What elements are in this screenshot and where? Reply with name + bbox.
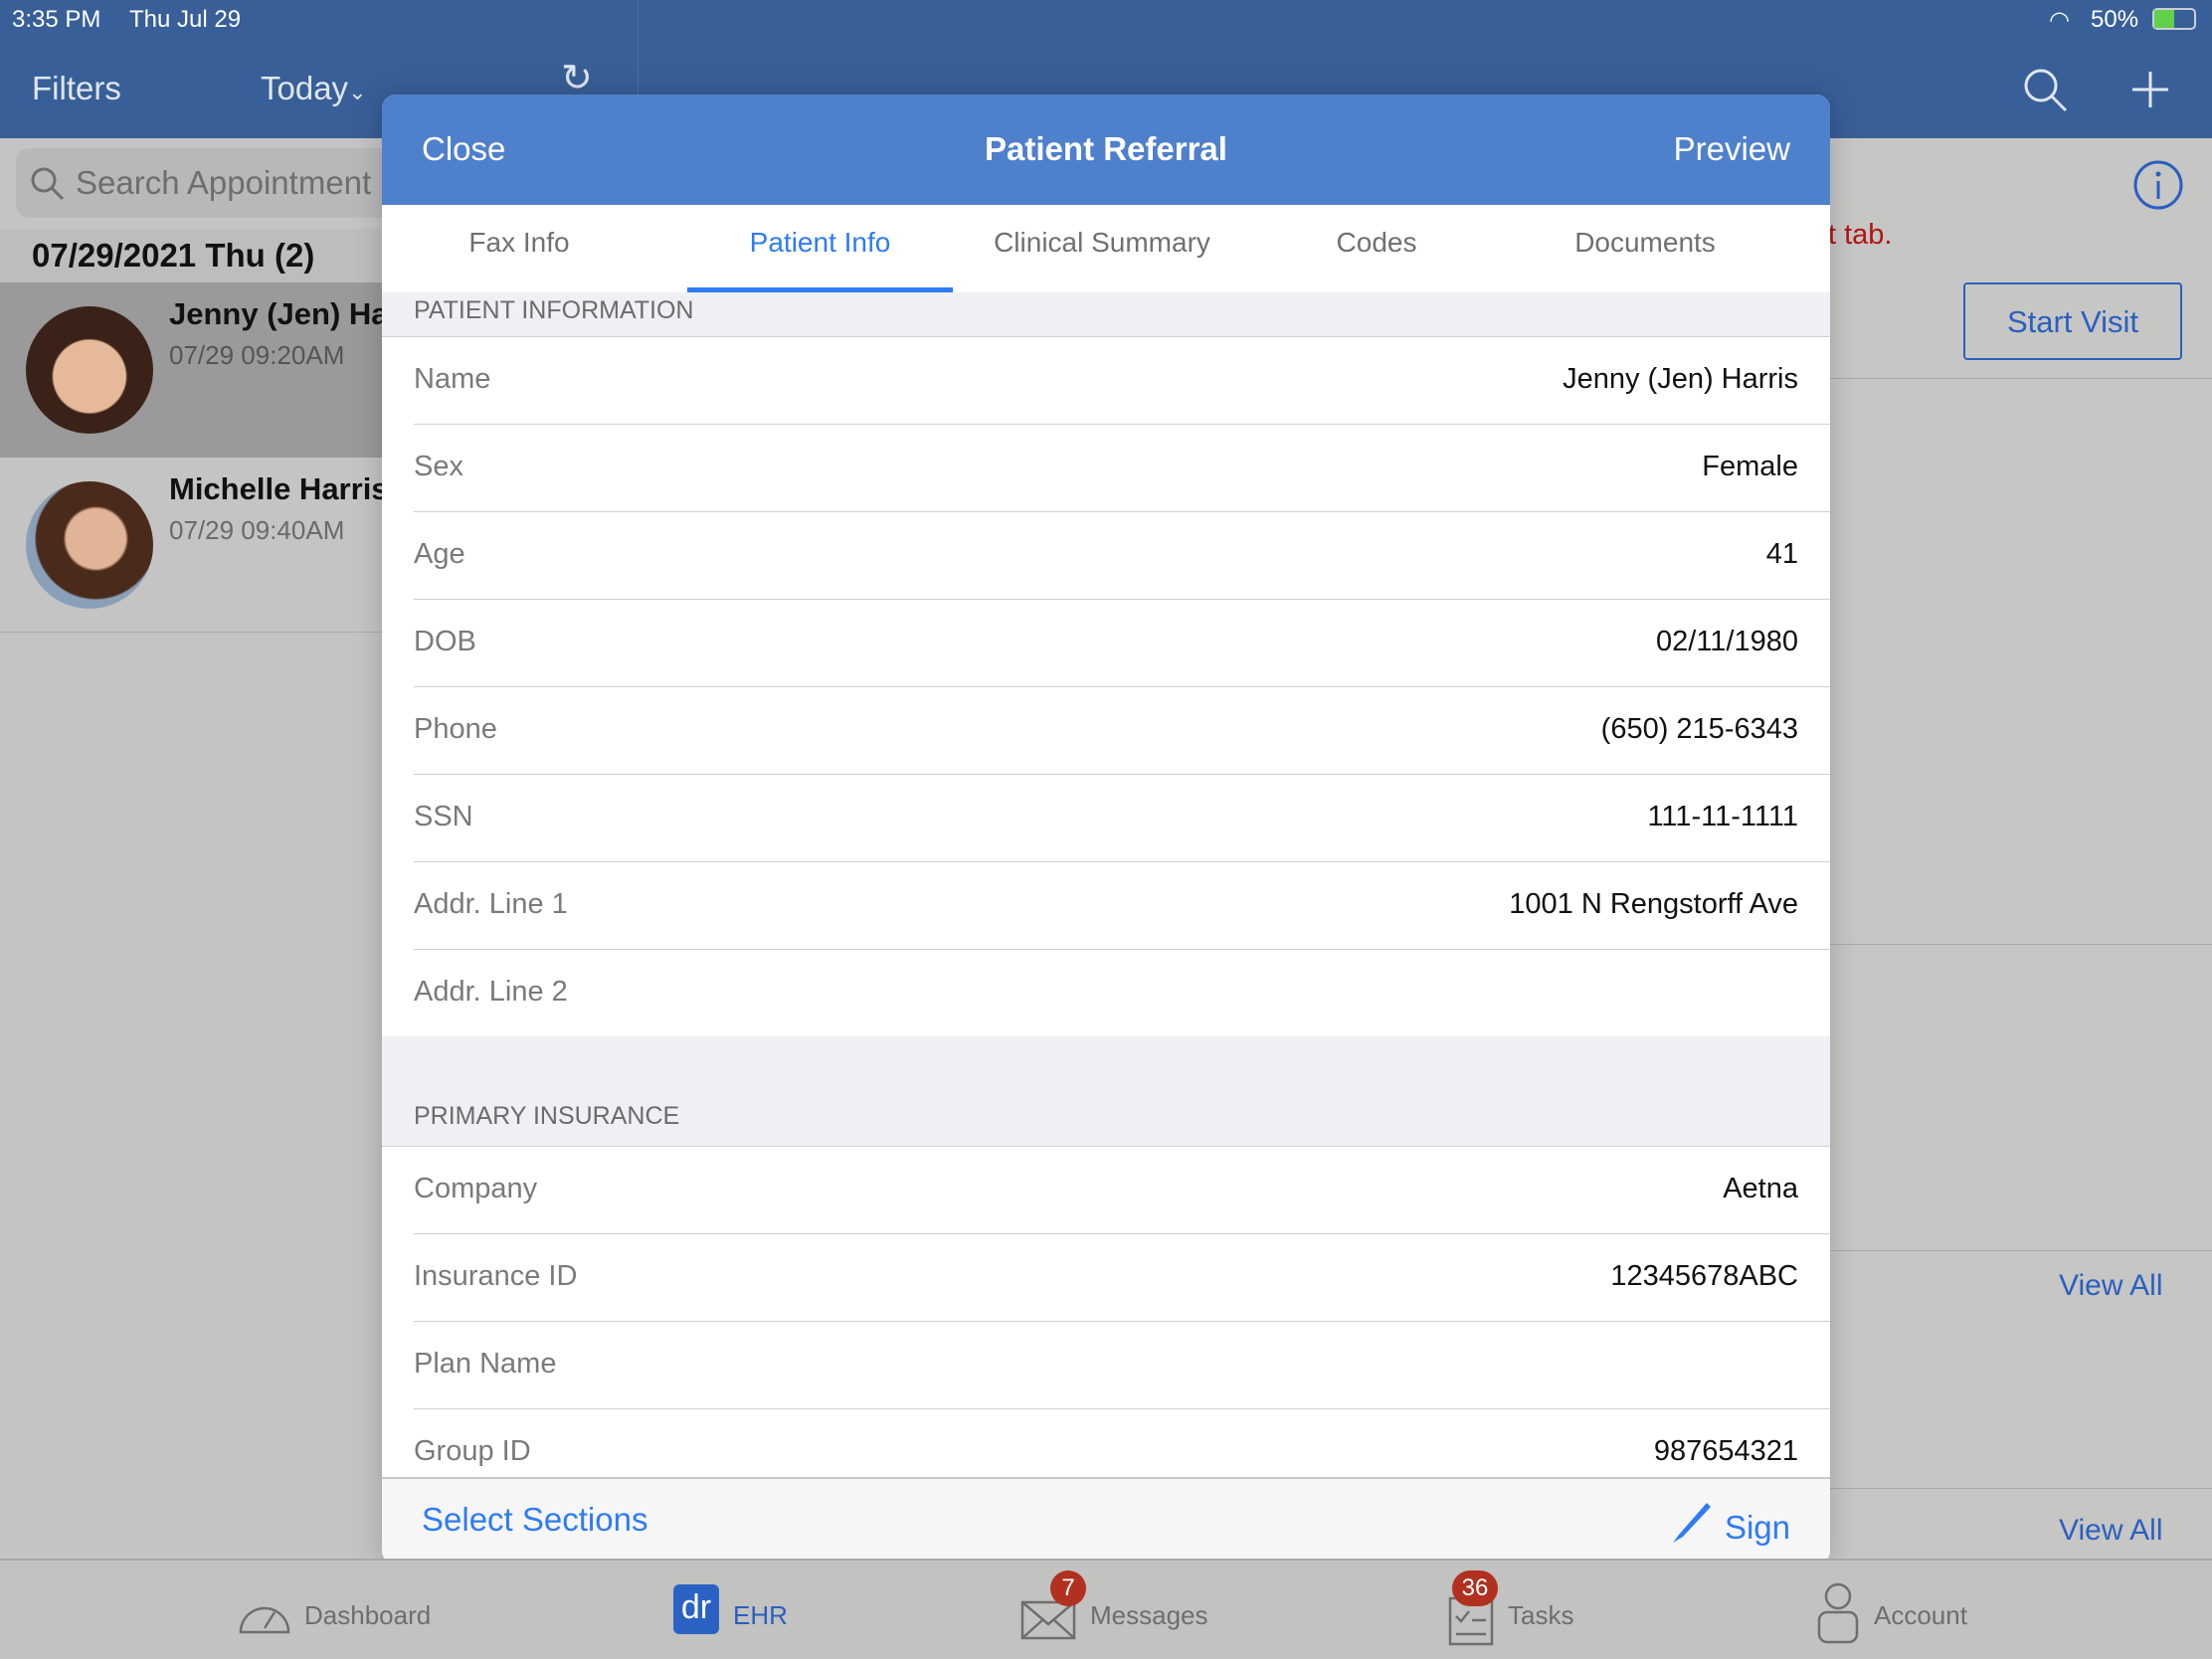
field-value: (650) 215-6343 — [1600, 713, 1798, 745]
messages-badge: 7 — [1050, 1570, 1086, 1606]
bottom-tab-bar: Dashboard dr EHR 7 Messages 36 Tasks Acc… — [0, 1559, 2212, 1659]
status-time: 3:35 PM — [12, 6, 101, 33]
preview-button[interactable]: Preview — [1674, 130, 1790, 168]
appointment-time: 07/29 09:40AM — [169, 515, 345, 545]
view-all-link[interactable]: View All — [2059, 1514, 2163, 1548]
search-icon[interactable] — [2023, 68, 2069, 113]
tab-fax-info[interactable]: Fax Info — [422, 205, 617, 292]
info-icon[interactable] — [2132, 159, 2184, 211]
tab-bar: Fax Info Patient Info Clinical Summary C… — [382, 205, 1830, 292]
field-label: Plan Name — [414, 1348, 557, 1380]
tab-clinical-summary[interactable]: Clinical Summary — [953, 205, 1251, 292]
start-visit-button[interactable]: Start Visit — [1963, 282, 2182, 360]
tab-codes[interactable]: Codes — [1277, 205, 1476, 292]
field-label: Addr. Line 1 — [414, 888, 568, 920]
appointment-name: Michelle Harris — [169, 471, 389, 506]
field-value: 41 — [1765, 538, 1798, 570]
tab-patient-info[interactable]: Patient Info — [687, 205, 953, 292]
search-icon — [31, 167, 65, 201]
section-header-patient: PATIENT INFORMATION — [382, 292, 1830, 337]
hint-text: t tab. — [1828, 219, 1893, 251]
tab-label: Dashboard — [304, 1600, 432, 1630]
view-all-link[interactable]: View All — [2059, 1269, 2163, 1303]
field-row-company: Company Aetna — [414, 1147, 1830, 1234]
sign-label: Sign — [1724, 1509, 1790, 1546]
field-row-addr-line-2: Addr. Line 2 — [414, 950, 1830, 1037]
field-value: Jenny (Jen) Harris — [1563, 363, 1798, 395]
field-label: Name — [414, 363, 491, 395]
search-placeholder: Search Appointment — [76, 164, 372, 201]
field-row-age: Age 41 — [414, 512, 1830, 600]
dr-logo-icon: dr — [673, 1584, 719, 1634]
sign-button[interactable]: Sign — [1671, 1501, 1790, 1547]
tab-label: Account — [1874, 1600, 1967, 1630]
divider — [1830, 1250, 2212, 1251]
section-header-insurance: PRIMARY INSURANCE — [382, 1036, 1830, 1147]
field-label: Insurance ID — [414, 1260, 578, 1292]
field-value: 02/11/1980 — [1656, 626, 1798, 657]
add-icon[interactable] — [2130, 70, 2170, 109]
chevron-down-icon: ⌄ — [348, 80, 367, 104]
today-dropdown[interactable]: Today⌄ — [261, 70, 367, 107]
field-row-phone: Phone (650) 215-6343 — [414, 687, 1830, 775]
today-label: Today — [261, 70, 349, 106]
field-value: 1001 N Rengstorff Ave — [1509, 888, 1798, 920]
field-row-sex: Sex Female — [414, 425, 1830, 512]
modal-footer: Select Sections Sign — [382, 1477, 1830, 1565]
field-row-plan-name: Plan Name — [414, 1322, 1830, 1409]
tab-label: EHR — [733, 1600, 788, 1630]
pen-icon — [1672, 1503, 1711, 1543]
field-label: Group ID — [414, 1435, 531, 1467]
divider — [1830, 944, 2212, 945]
tab-label: Tasks — [1508, 1600, 1574, 1630]
tab-dashboard[interactable]: Dashboard — [237, 1588, 431, 1641]
field-value: 987654321 — [1653, 1435, 1798, 1467]
status-date: Thu Jul 29 — [129, 6, 242, 33]
field-value: 12345678ABC — [1610, 1260, 1798, 1292]
field-row-ssn: SSN 111-11-1111 — [414, 775, 1830, 862]
tasks-badge: 36 — [1452, 1570, 1498, 1606]
field-label: DOB — [414, 626, 476, 657]
account-icon — [1817, 1582, 1859, 1644]
appointment-time: 07/29 09:20AM — [169, 340, 345, 370]
field-label: Company — [414, 1173, 538, 1204]
patient-referral-modal: Close Patient Referral Preview Fax Info … — [382, 94, 1830, 1565]
field-row-addr-line-1: Addr. Line 1 1001 N Rengstorff Ave — [414, 862, 1830, 950]
tab-documents[interactable]: Documents — [1536, 205, 1754, 292]
filters-button[interactable]: Filters — [32, 70, 121, 107]
field-row-dob: DOB 02/11/1980 — [414, 600, 1830, 687]
field-label: Age — [414, 538, 465, 570]
gauge-icon — [239, 1606, 290, 1634]
wifi-icon: ◠ — [2049, 7, 2070, 34]
envelope-icon — [1020, 1600, 1076, 1640]
field-value: Female — [1702, 451, 1798, 482]
modal-header: Close Patient Referral Preview — [382, 94, 1830, 205]
field-row-name: Name Jenny (Jen) Harris — [414, 337, 1830, 425]
field-label: SSN — [414, 801, 473, 832]
field-row-insurance-id: Insurance ID 12345678ABC — [414, 1234, 1830, 1322]
field-label: Addr. Line 2 — [414, 976, 568, 1008]
battery-icon — [2152, 8, 2196, 30]
field-value: Aetna — [1723, 1173, 1798, 1204]
select-sections-button[interactable]: Select Sections — [422, 1501, 647, 1539]
field-label: Sex — [414, 451, 463, 482]
tab-label: Messages — [1090, 1600, 1208, 1630]
avatar — [26, 481, 153, 609]
avatar — [26, 306, 153, 434]
field-value: 111-11-1111 — [1647, 801, 1798, 832]
field-label: Phone — [414, 713, 497, 745]
divider — [1830, 378, 2212, 379]
divider — [1830, 1488, 2212, 1489]
battery-level: 50% — [2091, 6, 2139, 33]
modal-title: Patient Referral — [985, 130, 1227, 167]
